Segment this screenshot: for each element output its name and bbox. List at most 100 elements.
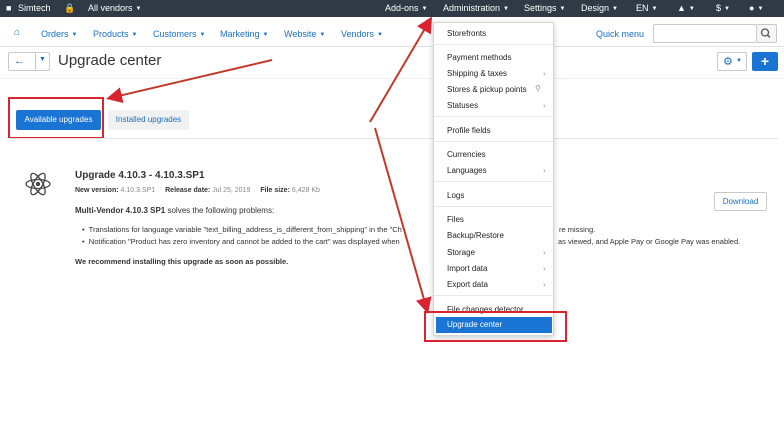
settings-button[interactable]: ⚙ ▼ <box>717 52 747 71</box>
menu-item-backup-restore[interactable]: Backup/Restore <box>447 231 504 240</box>
tabs-divider <box>8 138 778 139</box>
download-button[interactable]: Download <box>714 192 767 211</box>
chevron-right-icon: › <box>543 280 546 289</box>
language-menu[interactable]: EN ▼ <box>636 3 657 13</box>
release-date-label: Release date: <box>165 187 211 194</box>
menu-divider <box>434 206 553 207</box>
vendors-selector[interactable]: All vendors ▼ <box>88 3 141 13</box>
caret-down-icon: ▼ <box>724 6 730 12</box>
file-size-label: File size: <box>260 187 290 194</box>
top-bar: ■ Simtech 🔒 All vendors ▼ Add-ons ▼ Admini… <box>0 0 784 17</box>
chevron-right-icon: › <box>543 69 546 78</box>
bell-icon: ▲ <box>677 3 686 13</box>
caret-down-icon: ▼ <box>262 32 269 38</box>
list-item-tail: re missing. <box>559 225 596 234</box>
menu-item-profile-fields[interactable]: Profile fields <box>447 126 491 135</box>
nav-customers-label: Customers <box>153 29 197 39</box>
menu-divider <box>434 44 553 45</box>
tab-available-upgrades[interactable]: Available upgrades <box>16 110 101 130</box>
caret-down-icon: ▼ <box>559 6 566 12</box>
nav-marketing[interactable]: Marketing ▼ <box>220 29 268 39</box>
release-date-value: Jul 25, 2019 <box>212 187 251 194</box>
language-label: EN <box>636 3 649 13</box>
addons-menu[interactable]: Add-ons ▼ <box>385 3 427 13</box>
home-icon[interactable]: ⌂ <box>14 27 20 38</box>
addons-label: Add-ons <box>385 3 419 13</box>
chevron-right-icon: › <box>543 264 546 273</box>
product-name: Multi-Vendor 4.10.3 SP1 <box>75 206 166 215</box>
chevron-right-icon: › <box>543 166 546 175</box>
add-button[interactable]: + <box>752 52 778 71</box>
nav-website[interactable]: Website ▼ <box>284 29 325 39</box>
recommendation-text: We recommend installing this upgrade as … <box>75 257 289 266</box>
nav-orders[interactable]: Orders ▼ <box>41 29 77 39</box>
bullet-1-text: Translations for language variable "text… <box>88 225 402 234</box>
quick-menu-link[interactable]: Quick menu <box>596 29 644 39</box>
menu-item-files[interactable]: Files <box>447 215 464 224</box>
nav-customers[interactable]: Customers ▼ <box>153 29 205 39</box>
atom-icon <box>25 172 51 196</box>
file-size-value: 6,428 Kb <box>291 187 320 194</box>
menu-item-storefronts[interactable]: Storefronts <box>447 29 486 38</box>
search-input[interactable] <box>653 24 757 43</box>
caret-down-icon: ▼ <box>71 32 78 38</box>
caret-down-icon: ▼ <box>612 6 618 12</box>
menu-item-import-data[interactable]: Import data <box>447 264 487 273</box>
menu-divider <box>434 141 553 142</box>
caret-down-icon[interactable]: ▼ <box>39 56 46 63</box>
caret-down-icon: ▼ <box>377 32 383 38</box>
nav-marketing-label: Marketing <box>220 29 260 39</box>
search-button[interactable] <box>757 24 777 43</box>
menu-item-statuses[interactable]: Statuses <box>447 101 478 110</box>
nav-website-label: Website <box>284 29 317 39</box>
nav-vendors[interactable]: Vendors ▼ <box>341 29 383 39</box>
menu-divider <box>434 295 553 296</box>
menu-item-logs[interactable]: Logs <box>447 191 464 200</box>
button-separator <box>35 53 36 70</box>
flask-icon: ⚲ <box>535 84 541 93</box>
currency-label: $ <box>716 3 722 13</box>
tab-installed-upgrades[interactable]: Installed upgrades <box>108 110 189 130</box>
nav-vendors-label: Vendors <box>341 29 375 39</box>
settings-label: Settings <box>524 3 557 13</box>
caret-down-icon: ▼ <box>651 6 658 12</box>
menu-item-shipping-taxes[interactable]: Shipping & taxes <box>447 69 507 78</box>
main-nav: ⌂ Orders ▼ Products ▼ Customers ▼ Marketing… <box>0 21 784 47</box>
chevron-right-icon: › <box>543 248 546 257</box>
chevron-right-icon: › <box>543 101 546 110</box>
design-menu[interactable]: Design ▼ <box>581 3 618 13</box>
caret-down-icon: ▼ <box>688 6 695 12</box>
menu-item-payment-methods[interactable]: Payment methods <box>447 53 511 62</box>
menu-item-export-data[interactable]: Export data <box>447 280 488 289</box>
nav-products-label: Products <box>93 29 129 39</box>
new-version-value: 4.10.3.SP1 <box>120 187 156 194</box>
home-icon[interactable]: ■ <box>6 3 11 13</box>
caret-down-icon: ▼ <box>421 6 428 12</box>
arrow-left-icon: ← <box>14 55 25 67</box>
caret-down-icon: ▼ <box>131 32 138 38</box>
page-title: Upgrade center <box>58 52 162 69</box>
upgrade-center-highlight-box <box>424 311 567 342</box>
menu-item-stores-pickup[interactable]: Stores & pickup points <box>447 85 527 94</box>
notifications-menu[interactable]: ▲ ▼ <box>677 3 695 13</box>
caret-down-icon: ▼ <box>736 58 742 64</box>
upgrade-title: Upgrade 4.10.3 - 4.10.3.SP1 <box>75 170 205 181</box>
nav-products[interactable]: Products ▼ <box>93 29 137 39</box>
upgrade-meta: New version: 4.10.3.SP1 Release date: Ju… <box>75 187 328 194</box>
user-icon: ● <box>749 3 755 13</box>
lock-icon: 🔒 <box>64 3 76 13</box>
menu-item-languages[interactable]: Languages <box>447 166 487 175</box>
menu-item-storage[interactable]: Storage <box>447 248 475 257</box>
account-menu[interactable]: ● ▼ <box>749 3 763 13</box>
list-item: • Notification "Product has zero invento… <box>82 237 400 246</box>
list-item: • Translations for language variable "te… <box>82 225 402 234</box>
back-button[interactable]: ← ▼ <box>8 52 50 71</box>
menu-divider <box>434 181 553 182</box>
vendors-label: All vendors <box>88 3 133 13</box>
description-text: solves the following problems: <box>165 206 275 215</box>
store-name-link[interactable]: Simtech <box>18 3 51 13</box>
menu-item-currencies[interactable]: Currencies <box>447 150 486 159</box>
settings-menu[interactable]: Settings ▼ <box>524 3 565 13</box>
upgrade-description: Multi-Vendor 4.10.3 SP1 solves the follo… <box>75 206 274 215</box>
currency-menu[interactable]: $ ▼ <box>716 3 730 13</box>
